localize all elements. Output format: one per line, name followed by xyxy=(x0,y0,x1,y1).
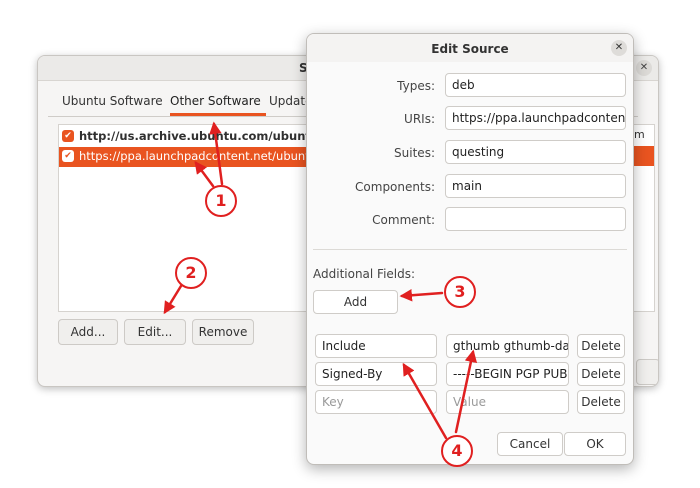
cancel-button[interactable]: Cancel xyxy=(497,432,563,456)
value-field[interactable]: -----BEGIN PGP PUBLIC K xyxy=(446,362,569,386)
annotation-badge-4: 4 xyxy=(441,435,473,467)
tab-ubuntu-software[interactable]: Ubuntu Software xyxy=(62,94,163,108)
edit-button[interactable]: Edit... xyxy=(124,319,186,345)
annotation-badge-1: 1 xyxy=(205,185,237,217)
uris-label: URIs: xyxy=(404,112,435,126)
checkbox-checked-icon[interactable]: ✔ xyxy=(62,150,74,162)
components-field[interactable]: main xyxy=(445,174,626,198)
key-field[interactable]: Signed-By xyxy=(315,362,437,386)
types-field[interactable]: deb xyxy=(445,73,626,97)
components-label: Components: xyxy=(355,180,435,194)
delete-button[interactable]: Delete xyxy=(577,334,625,358)
annotation-badge-2: 2 xyxy=(175,257,207,289)
delete-button[interactable]: Delete xyxy=(577,390,625,414)
checkbox-checked-icon[interactable]: ✔ xyxy=(62,130,74,142)
suites-label: Suites: xyxy=(394,146,435,160)
add-field-button[interactable]: Add xyxy=(313,290,398,314)
value-field-empty[interactable]: Value xyxy=(446,390,569,414)
source-row-selected[interactable]: ✔ https://ppa.launchpadcontent.net/ubunt… xyxy=(59,147,309,167)
dialog-header: Edit Source ✕ xyxy=(307,34,633,62)
value-field[interactable]: gthumb gthumb-data g xyxy=(446,334,569,358)
edit-source-dialog: Edit Source ✕ Types: deb URIs: https://p… xyxy=(306,33,634,465)
annotation-badge-3: 3 xyxy=(444,276,476,308)
list-text-fragment: m xyxy=(634,128,645,141)
close-icon[interactable]: ✕ xyxy=(611,40,627,56)
ok-button[interactable]: OK xyxy=(564,432,626,456)
suites-field[interactable]: questing xyxy=(445,140,626,164)
source-text: https://ppa.launchpadcontent.net/ubuntuh… xyxy=(79,149,309,163)
key-field[interactable]: Include xyxy=(315,334,437,358)
key-field-empty[interactable]: Key xyxy=(315,390,437,414)
additional-fields-label: Additional Fields: xyxy=(313,267,416,281)
active-tab-indicator xyxy=(170,113,266,116)
source-text: http://us.archive.ubuntu.com/ubuntu/ que… xyxy=(79,129,310,143)
tab-other-software[interactable]: Other Software xyxy=(170,94,261,108)
close-icon[interactable]: ✕ xyxy=(636,60,652,76)
comment-field[interactable] xyxy=(445,207,626,231)
types-label: Types: xyxy=(397,79,435,93)
divider xyxy=(313,249,627,250)
delete-button[interactable]: Delete xyxy=(577,362,625,386)
remove-button[interactable]: Remove xyxy=(192,319,254,345)
source-row[interactable]: ✔ http://us.archive.ubuntu.com/ubuntu/ q… xyxy=(59,127,309,147)
partial-button[interactable] xyxy=(636,359,658,385)
dialog-title: Edit Source xyxy=(431,42,509,56)
comment-label: Comment: xyxy=(372,213,435,227)
add-button[interactable]: Add... xyxy=(58,319,118,345)
uris-field[interactable]: https://ppa.launchpadcontent.net/ xyxy=(445,106,626,130)
